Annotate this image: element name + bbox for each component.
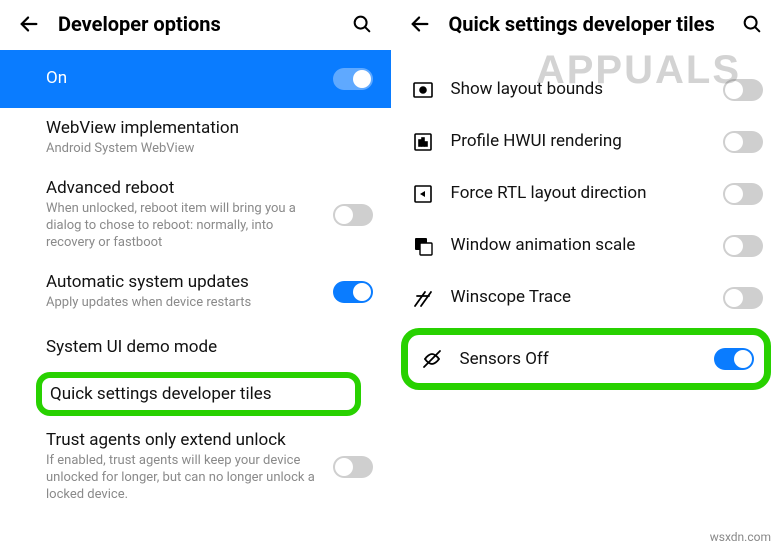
auto-updates-label: Automatic system updates — [46, 272, 319, 293]
layout-bounds-label: Show layout bounds — [451, 79, 710, 100]
sysui-demo-row[interactable]: System UI demo mode — [0, 322, 391, 372]
search-icon[interactable] — [351, 13, 373, 35]
hwui-label: Profile HWUI rendering — [451, 131, 710, 152]
auto-updates-sub: Apply updates when device restarts — [46, 295, 319, 312]
master-toggle-row[interactable]: On — [0, 50, 391, 108]
master-toggle-switch[interactable] — [333, 68, 373, 90]
master-toggle-label: On — [46, 68, 319, 89]
trust-agents-label: Trust agents only extend unlock — [46, 430, 319, 451]
advanced-reboot-row[interactable]: Advanced reboot When unlocked, reboot it… — [0, 168, 391, 262]
rtl-row[interactable]: Force RTL layout direction — [391, 168, 781, 220]
trust-agents-row[interactable]: Trust agents only extend unlock If enabl… — [0, 416, 391, 514]
advanced-reboot-toggle[interactable] — [333, 204, 373, 226]
webview-label: WebView implementation — [46, 118, 373, 139]
hwui-icon — [409, 128, 437, 156]
settings-list-left: On WebView implementation Android System… — [0, 50, 391, 550]
winscope-label: Winscope Trace — [451, 287, 710, 308]
rtl-label: Force RTL layout direction — [451, 183, 710, 204]
winscope-row[interactable]: Winscope Trace — [391, 272, 781, 324]
layout-bounds-icon — [409, 76, 437, 104]
anim-scale-row[interactable]: Window animation scale — [391, 220, 781, 272]
auto-updates-row[interactable]: Automatic system updates Apply updates w… — [0, 262, 391, 322]
anim-scale-icon — [409, 232, 437, 260]
developer-options-panel: Developer options On WebView implementat… — [0, 0, 391, 550]
layout-bounds-toggle[interactable] — [723, 79, 763, 101]
sensors-off-icon — [418, 345, 446, 373]
winscope-toggle[interactable] — [723, 287, 763, 309]
sensors-off-toggle[interactable] — [714, 348, 754, 370]
anim-scale-toggle[interactable] — [723, 235, 763, 257]
quick-settings-tiles-label: Quick settings developer tiles — [50, 384, 347, 404]
anim-scale-label: Window animation scale — [451, 235, 710, 256]
hwui-toggle[interactable] — [723, 131, 763, 153]
layout-bounds-row[interactable]: Show layout bounds — [391, 64, 781, 116]
back-icon[interactable] — [409, 13, 431, 35]
header-left: Developer options — [0, 0, 391, 50]
trust-agents-sub: If enabled, trust agents will keep your … — [46, 453, 319, 504]
winscope-icon — [409, 284, 437, 312]
hwui-row[interactable]: Profile HWUI rendering — [391, 116, 781, 168]
auto-updates-toggle[interactable] — [333, 281, 373, 303]
settings-list-right: Show layout bounds Profile HWUI renderin… — [391, 50, 781, 550]
sysui-demo-label: System UI demo mode — [46, 337, 373, 358]
page-title: Developer options — [58, 12, 333, 36]
sensors-off-row[interactable]: Sensors Off — [401, 328, 772, 390]
back-icon[interactable] — [18, 13, 40, 35]
trust-agents-toggle[interactable] — [333, 456, 373, 478]
quick-settings-tiles-panel: Quick settings developer tiles Show layo… — [391, 0, 781, 550]
page-title: Quick settings developer tiles — [449, 12, 724, 36]
search-icon[interactable] — [741, 13, 763, 35]
rtl-toggle[interactable] — [723, 183, 763, 205]
quick-settings-tiles-row[interactable]: Quick settings developer tiles — [36, 372, 361, 416]
advanced-reboot-label: Advanced reboot — [46, 178, 319, 199]
header-right: Quick settings developer tiles — [391, 0, 781, 50]
advanced-reboot-sub: When unlocked, reboot item will bring yo… — [46, 201, 319, 252]
footer-watermark: wsxdn.com — [710, 530, 771, 544]
rtl-icon — [409, 180, 437, 208]
webview-sub: Android System WebView — [46, 141, 373, 158]
webview-row[interactable]: WebView implementation Android System We… — [0, 108, 391, 168]
sensors-off-label: Sensors Off — [460, 349, 701, 369]
